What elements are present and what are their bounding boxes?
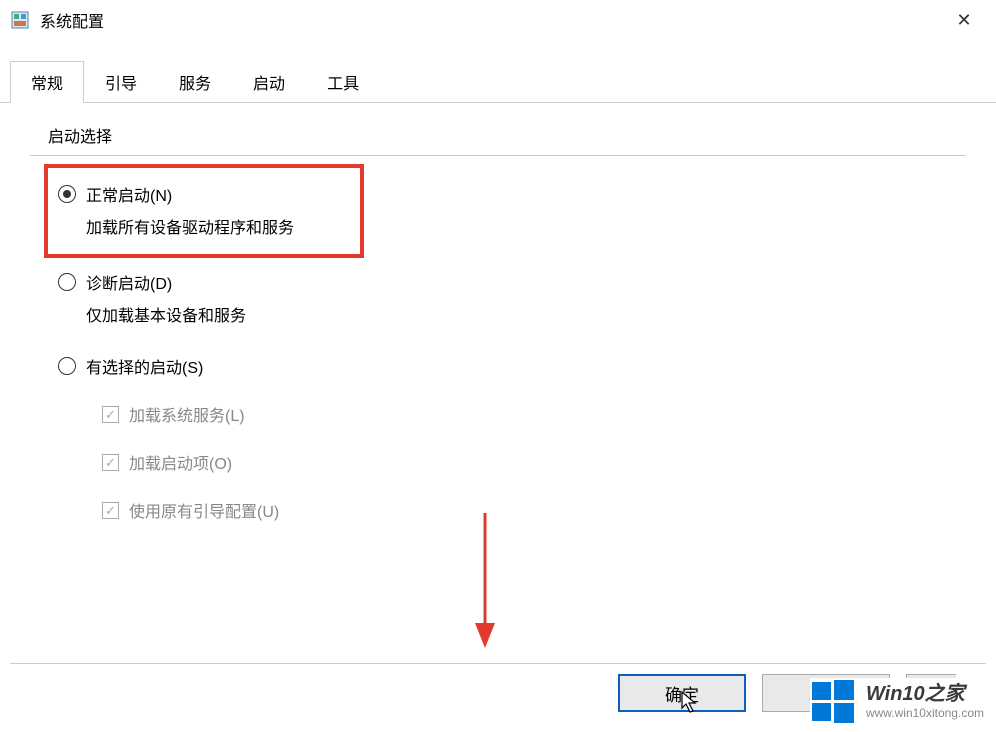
radio-description: 加载所有设备驱动程序和服务 [86, 214, 350, 238]
checkbox-icon [102, 406, 119, 423]
radio-normal-startup[interactable]: 正常启动(N) [58, 182, 350, 206]
watermark: Win10之家 www.win10xitong.com [810, 678, 984, 724]
cursor-icon [680, 690, 700, 714]
highlight-annotation: 正常启动(N) 加载所有设备驱动程序和服务 [44, 164, 364, 258]
checkbox-load-startup-items: 加载启动项(O) [102, 450, 966, 474]
radio-description: 仅加载基本设备和服务 [86, 302, 966, 326]
tab-startup[interactable]: 启动 [232, 61, 306, 103]
app-icon [10, 10, 30, 30]
radio-label: 有选择的启动(S) [86, 354, 203, 378]
watermark-url: www.win10xitong.com [866, 706, 984, 720]
checkbox-label: 加载启动项(O) [129, 450, 232, 474]
msconfig-window: 系统配置 ✕ 常规 引导 服务 启动 工具 启动选择 正常启动(N) 加载所有设… [0, 0, 996, 732]
close-icon: ✕ [956, 10, 971, 31]
radio-selective-startup[interactable]: 有选择的启动(S) [58, 354, 966, 378]
watermark-brand: Win10之家 [866, 682, 984, 706]
close-button[interactable]: ✕ [942, 5, 986, 35]
window-title: 系统配置 [40, 8, 104, 32]
tab-services[interactable]: 服务 [158, 61, 232, 103]
checkbox-label: 使用原有引导配置(U) [129, 498, 279, 522]
radio-icon [58, 273, 76, 291]
checkbox-label: 加载系统服务(L) [129, 402, 245, 426]
tab-content: 启动选择 正常启动(N) 加载所有设备驱动程序和服务 诊断启动(D) 仅加载基本… [0, 103, 996, 663]
annotation-arrow-icon [465, 513, 505, 653]
tab-boot[interactable]: 引导 [84, 61, 158, 103]
checkbox-use-original-boot-config: 使用原有引导配置(U) [102, 498, 966, 522]
watermark-text: Win10之家 www.win10xitong.com [866, 682, 984, 720]
tab-tools[interactable]: 工具 [306, 61, 380, 103]
windows-logo-icon [810, 678, 856, 724]
group-label: 启动选择 [48, 123, 966, 147]
radio-label: 正常启动(N) [86, 182, 172, 206]
checkbox-icon [102, 502, 119, 519]
tab-bar: 常规 引导 服务 启动 工具 [0, 60, 996, 103]
radio-label: 诊断启动(D) [86, 270, 172, 294]
checkbox-icon [102, 454, 119, 471]
startup-selection-group: 正常启动(N) 加载所有设备驱动程序和服务 诊断启动(D) 仅加载基本设备和服务… [30, 155, 966, 522]
tab-general[interactable]: 常规 [10, 61, 84, 103]
radio-diagnostic-startup[interactable]: 诊断启动(D) [58, 270, 966, 294]
radio-icon [58, 185, 76, 203]
titlebar: 系统配置 ✕ [0, 0, 996, 40]
checkbox-load-system-services: 加载系统服务(L) [102, 402, 966, 426]
ok-button[interactable]: 确定 [618, 674, 746, 712]
radio-icon [58, 357, 76, 375]
